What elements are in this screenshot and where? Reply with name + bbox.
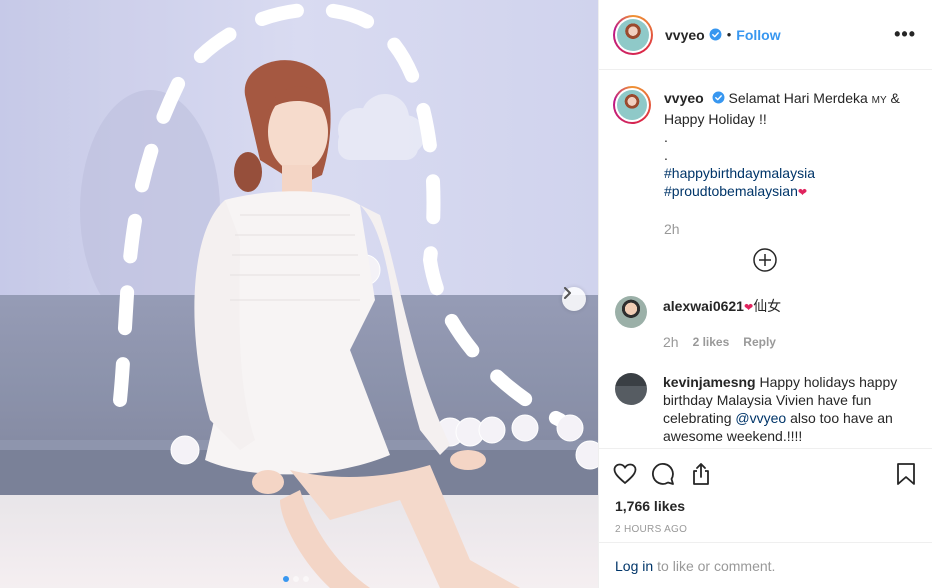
carousel-dot	[303, 576, 309, 582]
author-username[interactable]: vvyeo	[665, 27, 705, 43]
share-icon	[693, 462, 709, 485]
heart-icon	[613, 463, 637, 484]
likes-count[interactable]: 1,766 likes	[599, 498, 932, 514]
post-time-ago: 2 HOURS AGO	[615, 524, 688, 535]
comment-likes-count[interactable]: 2 likes	[693, 333, 730, 351]
caption-timestamp: 2h	[664, 221, 680, 237]
carousel-next-button[interactable]	[562, 287, 586, 311]
comment-body: kevinjamesng Happy holidays happy birthd…	[663, 373, 916, 445]
verified-badge-icon	[712, 91, 725, 104]
chevron-right-icon	[564, 287, 571, 299]
more-options-button[interactable]: •••	[894, 24, 916, 45]
caption-line1-pre: Selamat Hari Merdeka	[728, 90, 872, 106]
caption-entry: vvyeo Selamat Hari Merdeka MY & Happy Ho…	[613, 86, 916, 238]
photo-illustration	[0, 0, 598, 588]
header-separator: •	[726, 27, 732, 42]
post-sidebar: vvyeo • Follow ••• vvyeo Selamat Hari Me…	[598, 0, 932, 588]
caption-username[interactable]: vvyeo	[664, 90, 704, 106]
commenter-avatar[interactable]	[615, 373, 647, 405]
comment-text: 仙女	[753, 298, 782, 314]
mention-link[interactable]: @vvyeo	[735, 410, 786, 426]
comment-body: alexwai0621❤仙女 2h 2 likes Reply	[663, 296, 916, 351]
caption-flag: MY	[871, 95, 887, 106]
comment-timestamp: 2h	[663, 334, 679, 350]
comments-list[interactable]: vvyeo Selamat Hari Merdeka MY & Happy Ho…	[599, 70, 932, 448]
login-prompt: Log in to like or comment.	[599, 542, 932, 588]
comment-item: alexwai0621❤仙女 2h 2 likes Reply	[615, 296, 916, 351]
carousel-dot	[293, 576, 299, 582]
action-bar	[599, 448, 932, 498]
carousel-indicator	[283, 576, 309, 582]
load-more-comments-button[interactable]	[613, 248, 916, 272]
caption-line2: Happy Holiday !!	[664, 111, 767, 127]
login-prompt-text: to like or comment.	[657, 557, 776, 574]
hashtag-link[interactable]: #happybirthdaymalaysia	[664, 164, 916, 182]
comment-button[interactable]	[651, 462, 675, 486]
verified-badge-icon	[709, 28, 722, 41]
login-link[interactable]: Log in	[615, 558, 653, 574]
like-button[interactable]	[613, 462, 637, 486]
commenter-username[interactable]: kevinjamesng	[663, 374, 756, 390]
red-heart-emoji: ❤	[797, 187, 808, 199]
caption-body: vvyeo Selamat Hari Merdeka MY & Happy Ho…	[664, 86, 916, 238]
comment-item: kevinjamesng Happy holidays happy birthd…	[615, 373, 916, 445]
share-button[interactable]	[689, 462, 713, 486]
save-button[interactable]	[894, 462, 918, 486]
post-photo[interactable]	[0, 0, 598, 588]
hashtag-link[interactable]: #proudtobemalaysian	[664, 183, 798, 199]
comment-icon	[652, 462, 674, 485]
author-avatar[interactable]	[613, 14, 653, 55]
red-heart-emoji: ❤	[743, 302, 754, 314]
caption-avatar[interactable]	[613, 86, 651, 124]
plus-circle-icon	[752, 248, 777, 272]
caption-line1-post: &	[886, 90, 900, 106]
reply-button[interactable]: Reply	[743, 333, 776, 351]
bookmark-icon	[897, 462, 915, 485]
post-header: vvyeo • Follow •••	[599, 0, 932, 70]
commenter-username[interactable]: alexwai0621	[663, 298, 744, 314]
carousel-dot	[283, 576, 289, 582]
follow-button[interactable]: Follow	[736, 27, 780, 43]
commenter-avatar[interactable]	[615, 296, 647, 328]
caption-dot: .	[664, 147, 668, 163]
caption-dot: .	[664, 129, 668, 145]
post-footer: 1,766 likes 2 HOURS AGO Log in to like o…	[599, 448, 932, 588]
